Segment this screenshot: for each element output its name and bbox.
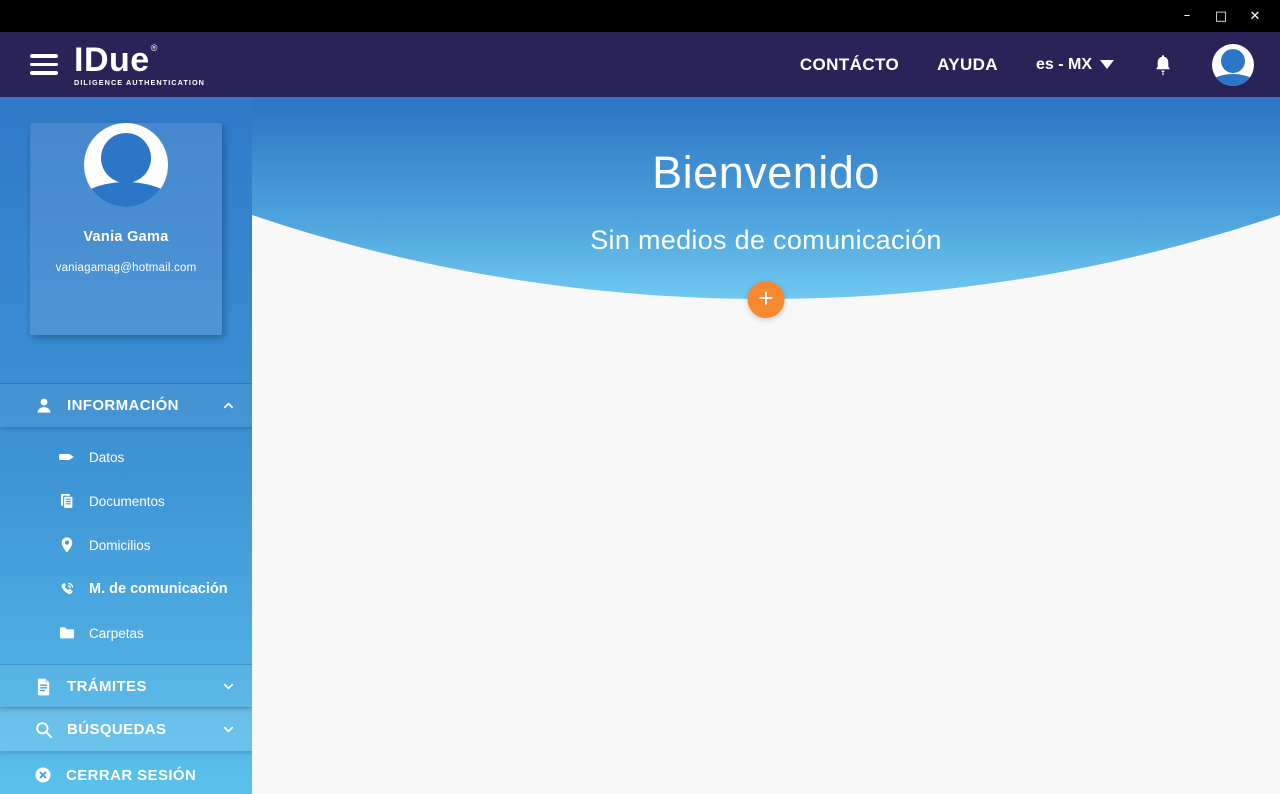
sidebar-nav: INFORMACIÓN Datos xyxy=(0,384,252,794)
avatar-head-icon xyxy=(101,133,151,183)
avatar-body-icon xyxy=(1212,74,1254,86)
item-label: Datos xyxy=(89,450,124,465)
window-controls: – □ ✕ xyxy=(1174,3,1280,29)
document-icon xyxy=(34,677,54,697)
section-label: INFORMACIÓN xyxy=(67,397,179,414)
account-avatar[interactable] xyxy=(1212,44,1254,86)
content-area: Vania Gama vaniagamag@hotmail.com INFORM… xyxy=(0,97,1280,794)
phone-call-icon xyxy=(58,580,76,598)
person-icon xyxy=(34,396,54,416)
sidebar-section-busquedas[interactable]: BÚSQUEDAS xyxy=(0,708,252,751)
nav-help-link[interactable]: AYUDA xyxy=(937,55,998,75)
chevron-down-icon xyxy=(221,722,236,737)
avatar-head-icon xyxy=(1221,49,1245,73)
close-button[interactable]: ✕ xyxy=(1242,3,1268,29)
logo-text: IDue xyxy=(74,43,150,77)
logout-button[interactable]: CERRAR SESIÓN xyxy=(0,753,252,794)
nav-contact-link[interactable]: CONTÁCTO xyxy=(800,55,899,75)
app-header: IDue ® DILIGENCE AUTHENTICATION CONTÁCTO… xyxy=(0,32,1280,97)
maximize-button[interactable]: □ xyxy=(1208,3,1234,29)
chevron-down-icon xyxy=(221,679,236,694)
registered-mark: ® xyxy=(151,44,158,53)
sidebar: Vania Gama vaniagamag@hotmail.com INFORM… xyxy=(0,97,252,794)
item-label: Documentos xyxy=(89,494,165,509)
bell-icon[interactable] xyxy=(1152,53,1174,77)
search-icon xyxy=(34,720,54,740)
minimize-button[interactable]: – xyxy=(1174,3,1200,29)
profile-name: Vania Gama xyxy=(30,229,222,245)
os-titlebar: – □ ✕ xyxy=(0,0,1280,32)
item-label: Carpetas xyxy=(89,626,144,641)
sidebar-item-carpetas[interactable]: Carpetas xyxy=(0,611,252,655)
item-label: Domicilios xyxy=(89,538,151,553)
item-label: M. de comunicación xyxy=(89,581,228,597)
hamburger-menu-icon[interactable] xyxy=(30,54,58,74)
informacion-items: Datos Documentos xyxy=(0,427,252,665)
logout-label: CERRAR SESIÓN xyxy=(66,767,196,784)
sidebar-item-domicilios[interactable]: Domicilios xyxy=(0,523,252,567)
profile-card: Vania Gama vaniagamag@hotmail.com xyxy=(30,123,222,335)
page-title: Bienvenido xyxy=(252,97,1280,199)
sidebar-item-medios-comunicacion[interactable]: M. de comunicación xyxy=(0,567,252,611)
close-circle-icon xyxy=(34,766,52,784)
sidebar-item-datos[interactable]: Datos xyxy=(0,435,252,479)
sidebar-item-documentos[interactable]: Documentos xyxy=(0,479,252,523)
logo-subtitle: DILIGENCE AUTHENTICATION xyxy=(74,79,205,86)
folder-icon xyxy=(58,624,76,642)
section-label: BÚSQUEDAS xyxy=(67,721,166,738)
language-selector[interactable]: es - MX xyxy=(1036,56,1114,74)
documents-icon xyxy=(58,492,76,510)
chevron-up-icon xyxy=(221,398,236,413)
sidebar-section-informacion[interactable]: INFORMACIÓN xyxy=(0,384,252,427)
header-left: IDue ® DILIGENCE AUTHENTICATION xyxy=(0,43,205,86)
location-pin-icon xyxy=(58,536,76,554)
profile-avatar xyxy=(84,123,168,207)
avatar-body-icon xyxy=(84,182,168,207)
language-value: es - MX xyxy=(1036,56,1092,74)
header-nav: CONTÁCTO AYUDA es - MX xyxy=(800,44,1280,86)
tag-icon xyxy=(58,448,76,466)
welcome-hero: Bienvenido Sin medios de comunicación xyxy=(252,97,1280,300)
chevron-down-icon xyxy=(1100,60,1114,69)
sidebar-section-tramites[interactable]: TRÁMITES xyxy=(0,665,252,708)
section-label: TRÁMITES xyxy=(67,678,147,695)
profile-email: vaniagamag@hotmail.com xyxy=(30,262,222,274)
add-communication-button[interactable]: + xyxy=(748,281,785,318)
main-panel: Bienvenido Sin medios de comunicación + xyxy=(252,97,1280,794)
empty-state-message: Sin medios de comunicación xyxy=(252,225,1280,256)
app-logo[interactable]: IDue ® DILIGENCE AUTHENTICATION xyxy=(74,43,205,86)
